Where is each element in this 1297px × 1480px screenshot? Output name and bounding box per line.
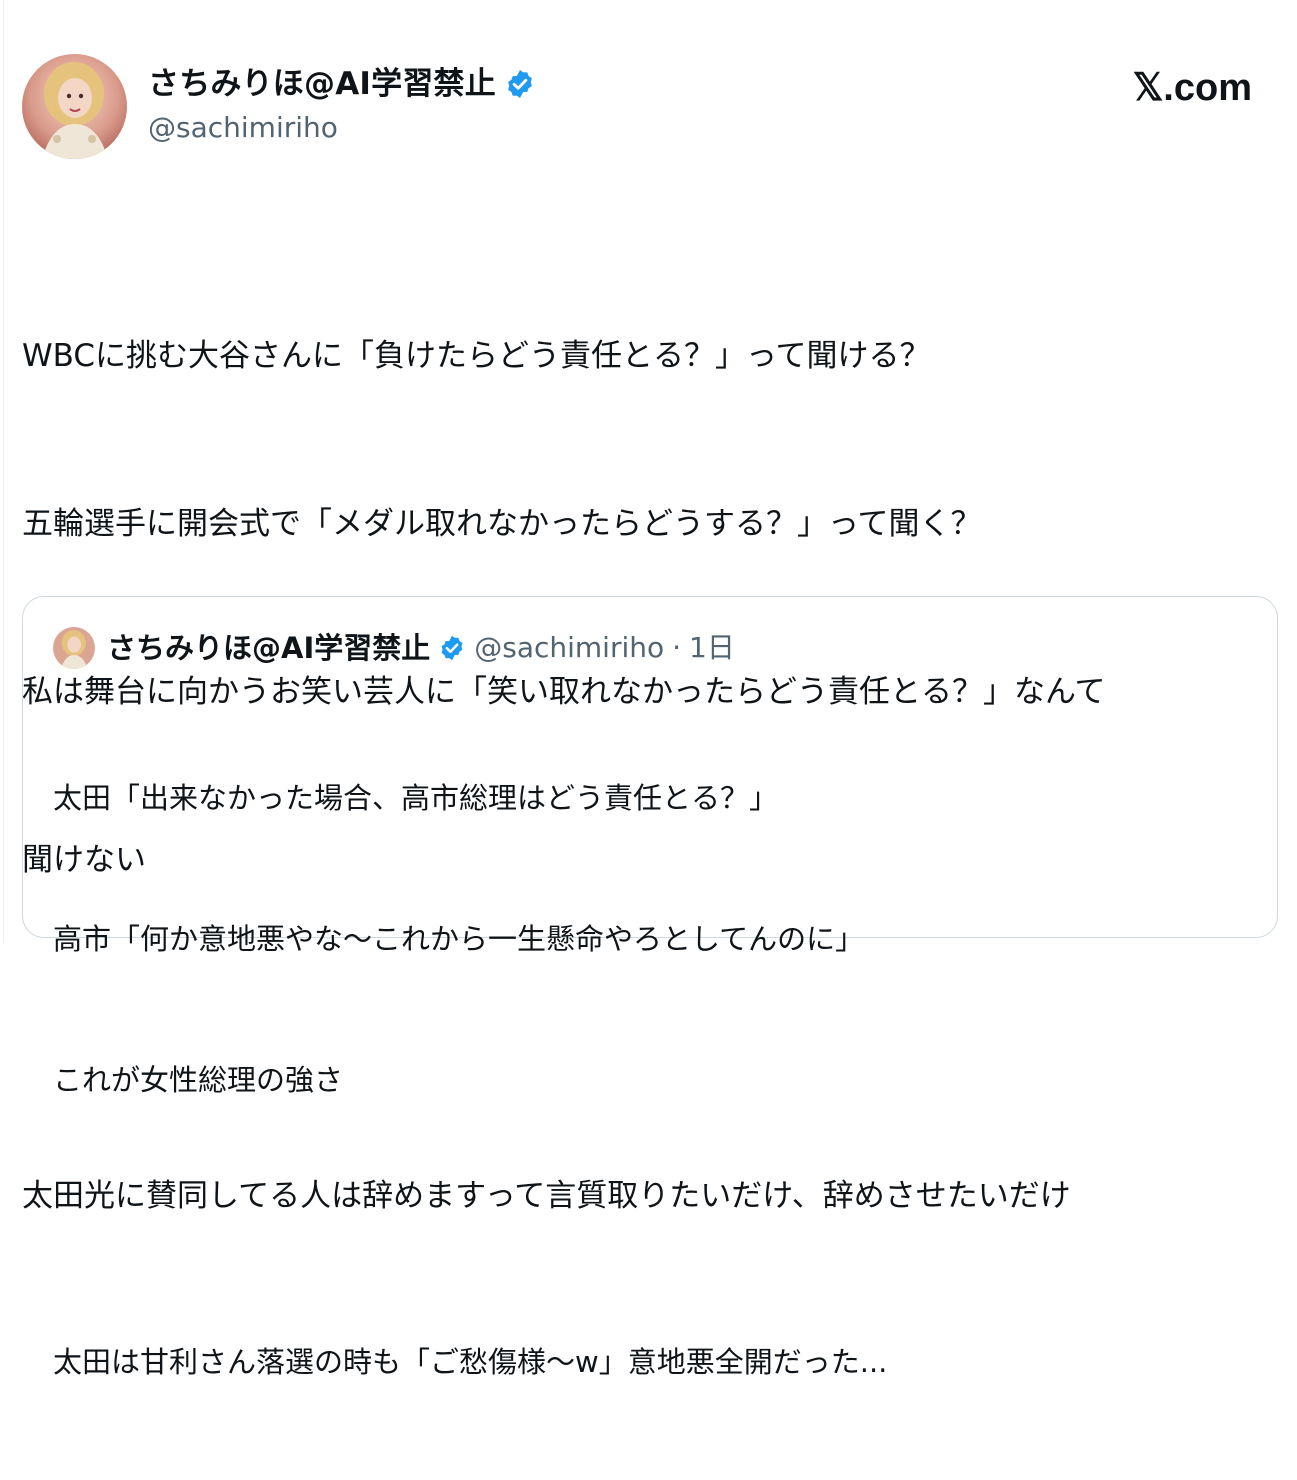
x-logo[interactable]: 𝕏.com: [1133, 66, 1252, 110]
author-avatar[interactable]: [22, 54, 127, 159]
verified-badge-icon: [504, 68, 536, 100]
author-display-name[interactable]: さちみりほ@AI学習禁止: [148, 64, 496, 104]
tweet-line: 五輪選手に開会式で「メダル取れなかったらどうする？」って聞く？: [22, 506, 982, 542]
meta-separator: ·: [672, 631, 682, 664]
quoted-tweet-card[interactable]: さちみりほ@AI学習禁止 @sachimiriho · 1日 太田「出来なかった…: [22, 596, 1278, 1379]
quoted-tweet-header: さちみりほ@AI学習禁止 @sachimiriho · 1日: [53, 627, 735, 669]
tweet-line: WBCに挑む大谷さんに「負けたらどう責任とる？」って聞ける？: [22, 338, 931, 374]
author-block: さちみりほ@AI学習禁止 @sachimiriho: [148, 64, 536, 146]
quoted-line: 太田「出来なかった場合、高市総理はどう責任とる？」: [53, 781, 779, 815]
quoted-author-display-name[interactable]: さちみりほ@AI学習禁止: [107, 628, 430, 668]
quoted-author-handle[interactable]: @sachimiriho: [474, 628, 664, 668]
verified-badge-icon: [438, 634, 466, 662]
quoted-line: 高市「何か意地悪やな〜これから一生懸命やろとしてんのに」: [53, 922, 865, 956]
quoted-line-blank: [53, 1198, 1243, 1245]
quoted-tweet-text: 太田「出来なかった場合、高市総理はどう責任とる？」 高市「何か意地悪やな〜これか…: [53, 681, 1243, 1480]
quoted-line: これが女性総理の強さ: [53, 1063, 344, 1097]
quoted-author-avatar[interactable]: [53, 627, 95, 669]
author-handle[interactable]: @sachimiriho: [148, 110, 536, 146]
quoted-timestamp[interactable]: 1日: [689, 628, 735, 668]
left-divider: [3, 0, 4, 942]
quoted-line: 太田は甘利さん落選の時も「ご愁傷様〜w」意地悪全開だった...: [53, 1345, 888, 1379]
